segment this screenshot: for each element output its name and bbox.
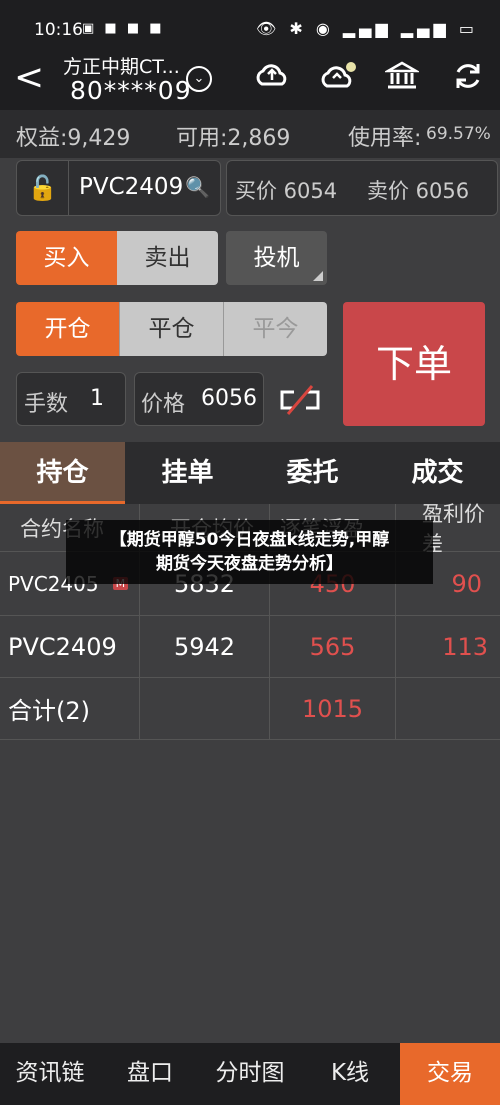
quote-box: 买价 6054 卖价 6056 — [226, 160, 498, 216]
bottom-nav: 资讯链 盘口 分时图 K线 交易 — [0, 1043, 500, 1105]
quantity-field[interactable]: 手数 1 — [16, 372, 126, 426]
total-label: 合计(2) — [0, 678, 140, 739]
row-float-pnl: 565 — [270, 616, 396, 677]
cloud-sync-icon[interactable] — [252, 60, 292, 100]
equity-value: 权益:9,429 — [16, 126, 131, 151]
bid-price: 买价 6054 — [235, 179, 338, 203]
notification-icons: ▣ ■ ■ ■ — [82, 21, 165, 36]
nav-news-chain[interactable]: 资讯链 — [0, 1043, 100, 1105]
nav-kline[interactable]: K线 — [300, 1043, 400, 1105]
available-value: 可用:2,869 — [176, 126, 291, 151]
link-icon[interactable] — [274, 382, 326, 418]
bank-icon[interactable] — [382, 60, 422, 100]
system-icons: 👁 ✱ ◉ ▂▄▆ ▂▄▆ ▭ — [255, 19, 478, 38]
position-tabs: 持仓 挂单 委托 成交 — [0, 442, 500, 504]
total-spread — [396, 678, 500, 739]
total-float-pnl: 1015 — [270, 678, 396, 739]
price-value[interactable]: 6056 — [201, 386, 257, 411]
account-summary: 权益:9,429 可用:2,869 使用率: 69.57% — [0, 110, 500, 158]
tab-pending[interactable]: 挂单 — [125, 442, 250, 504]
chevron-down-icon[interactable]: ⌄ — [186, 66, 212, 92]
usage-rate-value: 69.57% — [426, 124, 491, 144]
nav-order-book[interactable]: 盘口 — [100, 1043, 200, 1105]
speculation-label: 投机 — [253, 245, 300, 271]
account-number[interactable]: 80****09 — [70, 76, 192, 105]
status-time: 10:16 — [34, 20, 83, 40]
quantity-label: 手数 — [24, 392, 69, 417]
usage-label: 使用率: — [348, 126, 422, 151]
lock-icon[interactable]: 🔓 — [17, 161, 69, 215]
close-today-button[interactable]: 平今 — [223, 302, 327, 356]
speculation-select[interactable]: 投机 — [226, 231, 327, 285]
price-field[interactable]: 价格 6056 — [134, 372, 264, 426]
quantity-value[interactable]: 1 — [90, 386, 104, 411]
tab-trades[interactable]: 成交 — [375, 442, 500, 504]
contract-code[interactable]: PVC2409 — [79, 174, 183, 200]
row-spread: 113 — [442, 632, 488, 661]
table-total-row: 合计(2) 1015 — [0, 678, 500, 740]
open-position-button[interactable]: 开仓 — [16, 302, 119, 356]
overlay-line-1: 【期货甲醇50今日夜盘k线走势,甲醇 — [109, 530, 390, 550]
overlay-line-2: 期货今天夜盘走势分析】 — [156, 554, 343, 574]
sell-button[interactable]: 卖出 — [117, 231, 218, 285]
back-arrow-icon[interactable]: < — [14, 58, 44, 98]
contract-selector[interactable]: 🔓 PVC2409 🔍 — [16, 160, 221, 216]
price-label: 价格 — [141, 392, 186, 417]
article-title-overlay: 【期货甲醇50今日夜盘k线走势,甲醇 期货今天夜盘走势分析】 — [66, 520, 433, 584]
close-position-button[interactable]: 平仓 — [119, 302, 223, 356]
ask-price: 卖价 6056 — [367, 179, 470, 203]
refresh-icon[interactable] — [448, 60, 488, 100]
row-avg-price: 5942 — [140, 616, 270, 677]
search-icon[interactable]: 🔍 — [185, 175, 210, 199]
broker-name[interactable]: 方正中期CT... — [63, 52, 180, 79]
total-avg-price — [140, 678, 270, 739]
tab-positions[interactable]: 持仓 — [0, 442, 125, 504]
nav-trade[interactable]: 交易 — [400, 1043, 500, 1105]
nav-time-chart[interactable]: 分时图 — [200, 1043, 300, 1105]
cloud-notify-icon[interactable] — [318, 60, 358, 100]
corner-triangle-icon — [313, 271, 323, 281]
row-contract: PVC2409 — [0, 616, 140, 677]
place-order-button[interactable]: 下单 — [343, 302, 485, 426]
table-row[interactable]: PVC2409 5942 565 113 — [0, 616, 500, 678]
buy-button[interactable]: 买入 — [16, 231, 117, 285]
tab-orders[interactable]: 委托 — [250, 442, 375, 504]
